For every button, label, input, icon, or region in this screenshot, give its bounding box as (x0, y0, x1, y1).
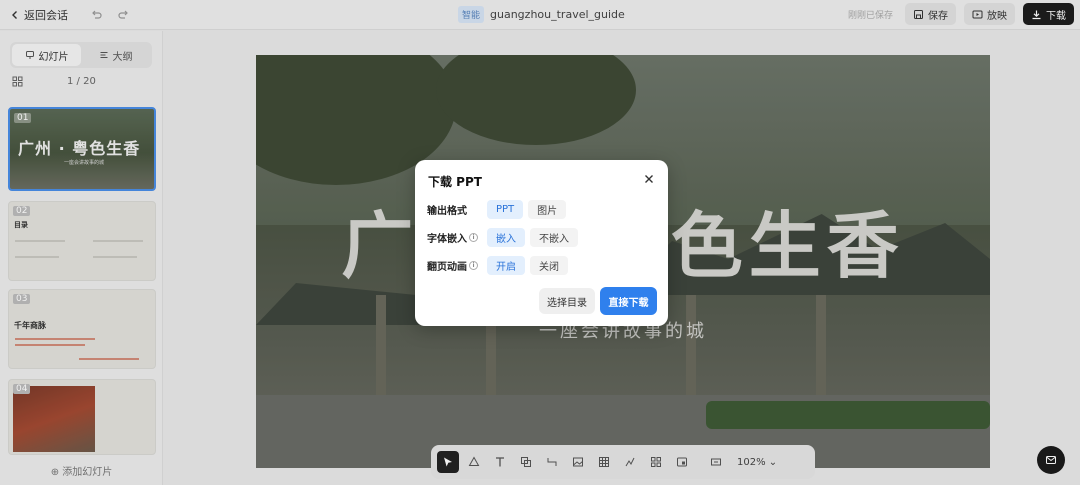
dialog-title: 下载 PPT (428, 175, 482, 189)
info-icon[interactable]: i (469, 261, 478, 270)
page-animation-label: 翻页动画 i (427, 258, 487, 273)
animation-option-off[interactable]: 关闭 (530, 256, 568, 275)
row-label-text: 翻页动画 (427, 262, 467, 273)
animation-option-on[interactable]: 开启 (487, 256, 525, 275)
embed-option-no[interactable]: 不嵌入 (530, 228, 578, 247)
font-embed-row: 字体嵌入 i 嵌入 不嵌入 (427, 228, 583, 247)
download-ppt-dialog: 下载 PPT 输出格式 PPT 图片 字体嵌入 i 嵌入 不嵌入 翻页动画 i 开启… (415, 160, 668, 326)
choose-directory-button[interactable]: 选择目录 (539, 288, 595, 314)
output-format-label: 输出格式 (427, 202, 487, 217)
format-option-image[interactable]: 图片 (528, 200, 567, 219)
close-icon[interactable] (642, 172, 656, 186)
output-format-row: 输出格式 PPT 图片 (427, 200, 571, 219)
format-option-ppt[interactable]: PPT (487, 200, 524, 219)
font-embed-label: 字体嵌入 i (427, 230, 487, 245)
row-label-text: 输出格式 (427, 206, 467, 217)
info-icon[interactable]: i (469, 233, 478, 242)
embed-option-yes[interactable]: 嵌入 (487, 228, 525, 247)
page-animation-row: 翻页动画 i 开启 关闭 (427, 256, 573, 275)
row-label-text: 字体嵌入 (427, 234, 467, 245)
direct-download-button[interactable]: 直接下载 (600, 287, 657, 315)
